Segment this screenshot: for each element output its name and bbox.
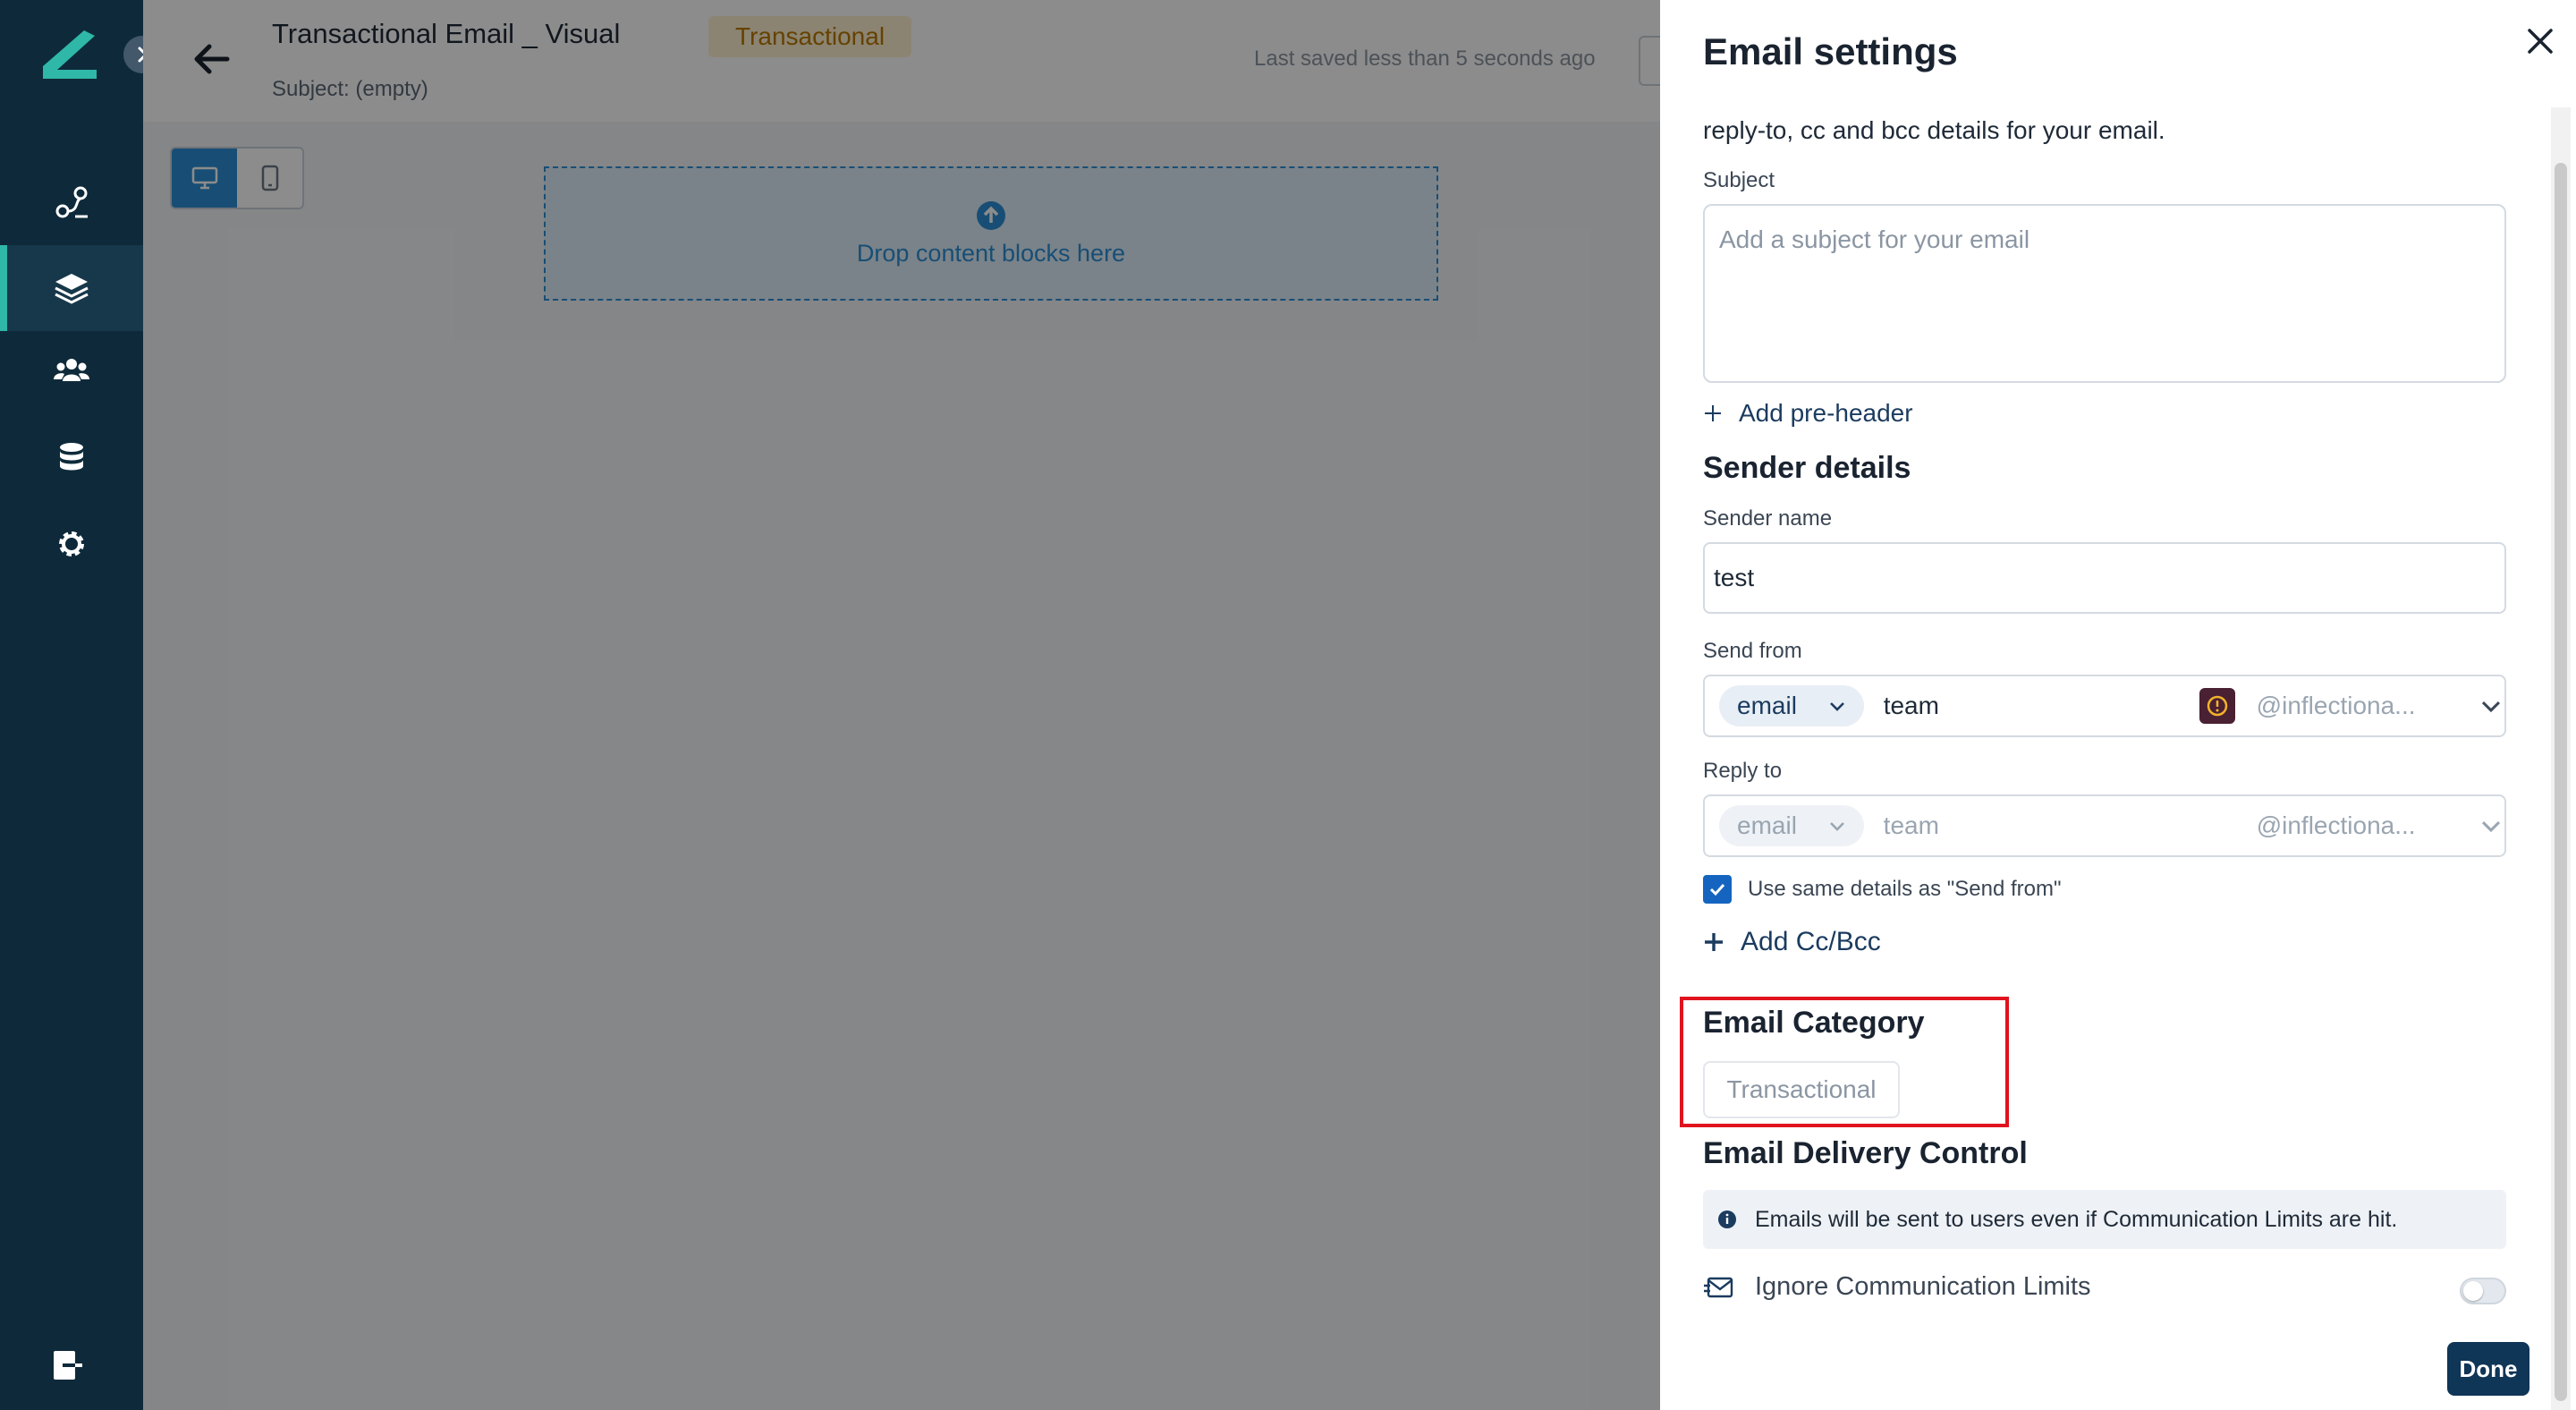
delivery-info-banner: Emails will be sent to users even if Com…	[1703, 1190, 2506, 1249]
delivery-info-text: Emails will be sent to users even if Com…	[1755, 1206, 2398, 1232]
sender-details-heading: Sender details	[1703, 451, 1911, 485]
close-icon[interactable]	[2522, 23, 2558, 59]
subject-input[interactable]	[1719, 225, 2490, 361]
info-icon	[1718, 1210, 1736, 1228]
nav-item-settings[interactable]	[0, 501, 143, 587]
same-details-label[interactable]: Use same details as "Send from"	[1748, 877, 2062, 902]
nav-item-journeys[interactable]	[0, 159, 143, 245]
scrollbar-thumb[interactable]	[2555, 163, 2567, 1401]
email-category-heading: Email Category	[1703, 1006, 1925, 1040]
panel-title: Email settings	[1703, 30, 1958, 72]
reply-to-type-select: email	[1719, 805, 1864, 846]
sender-name-label: Sender name	[1703, 506, 1833, 531]
chevron-down-icon	[2482, 820, 2501, 833]
ignore-limits-label: Ignore Communication Limits	[1755, 1272, 2091, 1301]
journeys-icon	[55, 186, 88, 218]
ignore-limits-row: Ignore Communication Limits	[1703, 1272, 2091, 1302]
layers-icon	[55, 274, 89, 304]
left-nav	[0, 0, 161, 1410]
reply-to-field: email team @inflectiona...	[1703, 794, 2506, 857]
users-icon	[54, 359, 89, 381]
same-details-option: Use same details as "Send from"	[1703, 875, 2062, 904]
send-from-type-value: email	[1737, 692, 1797, 719]
sender-name-field[interactable]	[1703, 542, 2506, 614]
brand-logo-icon[interactable]	[39, 27, 100, 84]
modal-backdrop[interactable]	[143, 0, 1660, 1410]
nav-item-users[interactable]	[0, 327, 143, 413]
chevron-down-icon	[1829, 822, 1844, 831]
chevron-down-icon	[1829, 702, 1844, 711]
send-from-type-select[interactable]: email	[1719, 685, 1864, 726]
domain-warning-icon[interactable]	[2199, 688, 2235, 724]
email-settings-panel: Email settings reply-to, cc and bcc deta…	[1660, 0, 2576, 1410]
logout-icon[interactable]	[50, 1347, 86, 1383]
send-from-label: Send from	[1703, 639, 1802, 663]
reply-to-local-part: team	[1883, 811, 1939, 839]
same-details-checkbox[interactable]	[1703, 875, 1732, 904]
reply-to-type-value: email	[1737, 811, 1797, 839]
check-icon	[1709, 883, 1725, 896]
nav-item-templates[interactable]	[0, 245, 143, 331]
ignore-limits-toggle[interactable]	[2460, 1278, 2506, 1304]
add-preheader-button[interactable]: Add pre-header	[1703, 399, 1913, 428]
chevron-down-icon[interactable]	[2478, 692, 2504, 719]
plus-icon	[1705, 933, 1723, 951]
plus-icon	[1705, 405, 1721, 421]
add-cc-bcc-button[interactable]: Add Cc/Bcc	[1703, 927, 1881, 957]
reply-to-domain: @inflectiona...	[2256, 811, 2416, 839]
mail-limit-icon	[1704, 1277, 1733, 1297]
sender-name-input[interactable]	[1705, 544, 2504, 612]
send-from-local-part[interactable]: team	[1884, 692, 2199, 720]
gear-icon	[59, 531, 84, 556]
add-cc-bcc-label: Add Cc/Bcc	[1741, 927, 1881, 956]
email-category-chip: Transactional	[1703, 1061, 1900, 1118]
database-icon	[60, 443, 83, 471]
settings-intro-text: reply-to, cc and bcc details for your em…	[1703, 116, 2165, 144]
add-preheader-label: Add pre-header	[1739, 399, 1913, 427]
subject-label: Subject	[1703, 168, 1775, 192]
email-delivery-heading: Email Delivery Control	[1703, 1136, 2028, 1170]
nav-item-data[interactable]	[0, 415, 143, 501]
reply-to-label: Reply to	[1703, 759, 1783, 783]
send-from-field[interactable]: email team @inflectiona...	[1703, 675, 2506, 737]
subject-field[interactable]	[1703, 204, 2506, 383]
done-button[interactable]: Done	[2447, 1342, 2529, 1396]
alert-circle-icon	[2207, 695, 2227, 717]
send-from-domain[interactable]: @inflectiona...	[2257, 692, 2467, 720]
